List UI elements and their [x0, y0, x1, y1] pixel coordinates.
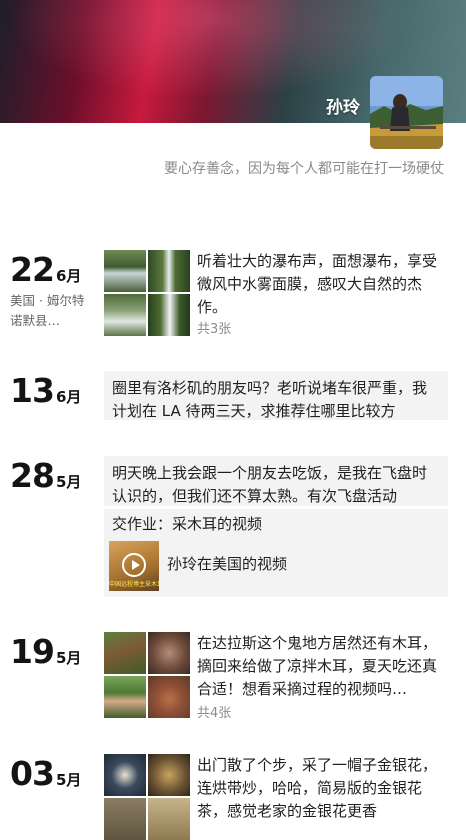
- photo-thumbnail[interactable]: [104, 754, 146, 796]
- photo-thumbnail[interactable]: [148, 754, 190, 796]
- post-day: 13: [10, 371, 55, 410]
- post-date: 03 5月: [10, 754, 81, 793]
- post-date: 22 6月: [10, 250, 81, 289]
- post-text[interactable]: 圈里有洛杉矶的朋友吗？老听说堵车很严重，我计划在 LA 待两三天，求推荐住哪里比…: [104, 371, 448, 420]
- photo-thumbnail[interactable]: [104, 798, 146, 840]
- post-day: 19: [10, 632, 55, 671]
- post-month: 6月: [55, 267, 82, 285]
- post-date: 28 5月: [10, 456, 81, 495]
- video-thumbnail[interactable]: 中国远程博主采木耳: [109, 541, 159, 591]
- post-text[interactable]: 明天晚上我会跟一个朋友去吃饭，是我在飞盘时认识的，但我们还不算太熟。有次飞盘活动: [104, 456, 448, 506]
- post-date: 19 5月: [10, 632, 81, 671]
- photo-thumbnail[interactable]: [104, 632, 146, 674]
- profile-name[interactable]: 孙玲: [326, 93, 360, 118]
- post-month: 5月: [55, 649, 82, 667]
- post-month: 5月: [55, 473, 82, 491]
- post-month: 5月: [55, 771, 82, 789]
- post-month: 6月: [55, 388, 82, 406]
- profile-signature: 要心存善念，因为每个人都可能在打一场硬仗: [164, 161, 444, 177]
- photo-thumbnail[interactable]: [148, 676, 190, 718]
- photo-grid[interactable]: [104, 250, 190, 336]
- post-date: 13 6月: [10, 371, 81, 410]
- post-text[interactable]: 出门散了个步，采了一帽子金银花，连烘带炒，哈哈，简易版的金银花茶，感觉老家的金银…: [197, 754, 449, 823]
- post-text[interactable]: 听着壮大的瀑布声，面想瀑布，享受微风中水雾面膜，感叹大自然的杰作。: [197, 250, 449, 319]
- photo-thumbnail[interactable]: [148, 632, 190, 674]
- photo-count: 共3张: [197, 322, 232, 337]
- post-text[interactable]: 在达拉斯这个鬼地方居然还有木耳，摘回来给做了凉拌木耳，夏天吃还真合适！想看采摘过…: [197, 632, 449, 701]
- video-label: 孙玲在美国的视频: [167, 555, 288, 573]
- photo-thumbnail[interactable]: [104, 294, 146, 336]
- video-thumbnail-caption: 中国远程博主采木耳: [109, 581, 159, 588]
- play-icon: [122, 553, 146, 577]
- photo-thumbnail[interactable]: [148, 294, 190, 336]
- post-day: 22: [10, 250, 55, 289]
- post-day: 28: [10, 456, 55, 495]
- video-card[interactable]: 交作业：采木耳的视频 中国远程博主采木耳 孙玲在美国的视频: [104, 509, 448, 597]
- photo-grid[interactable]: [104, 754, 190, 840]
- avatar[interactable]: [370, 76, 443, 149]
- photo-thumbnail[interactable]: [104, 676, 146, 718]
- photo-thumbnail[interactable]: [148, 798, 190, 840]
- video-title: 交作业：采木耳的视频: [112, 515, 263, 533]
- photo-thumbnail[interactable]: [148, 250, 190, 292]
- photo-grid[interactable]: [104, 632, 190, 718]
- photo-count: 共4张: [197, 706, 232, 721]
- post-day: 03: [10, 754, 55, 793]
- photo-thumbnail[interactable]: [104, 250, 146, 292]
- post-location[interactable]: 美国 · 姆尔特诺默县…: [10, 291, 88, 331]
